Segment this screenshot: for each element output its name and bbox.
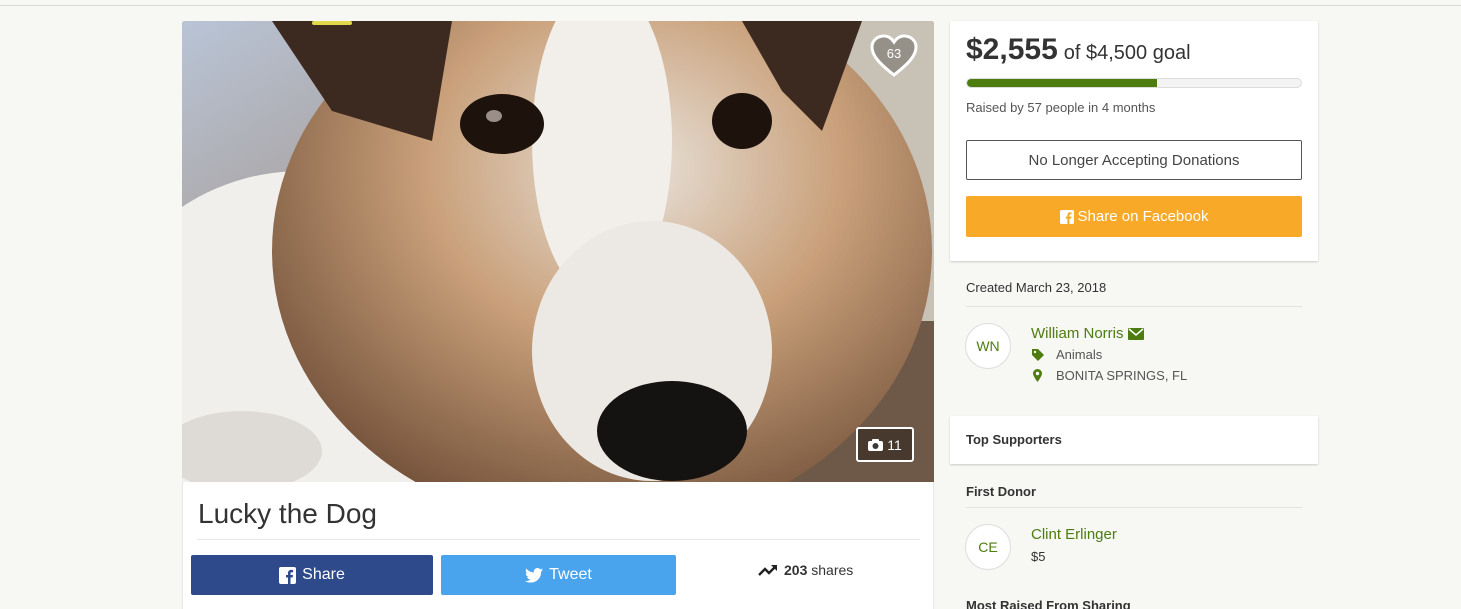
photo-count-label: 11 (887, 436, 902, 453)
shares-count: 203 shares (758, 562, 853, 578)
top-supporters-card[interactable]: Top Supporters (950, 416, 1318, 464)
share-on-facebook-label: Share on Facebook (1077, 208, 1209, 225)
shares-suffix: shares (811, 562, 854, 578)
first-donor-heading: First Donor (966, 484, 1037, 499)
goal-progress-fill (967, 79, 1157, 87)
heart-count: 63 (886, 46, 902, 61)
twitter-icon (525, 567, 544, 583)
most-raised-heading: Most Raised From Sharing (966, 598, 1131, 609)
map-marker-icon (1033, 369, 1042, 382)
category-label: Animals (1056, 347, 1103, 362)
first-donor-amount: $5 (1031, 549, 1046, 564)
shares-number: 203 (784, 562, 808, 578)
organizer-name-link[interactable]: William Norris (1031, 325, 1144, 342)
facebook-icon (279, 566, 297, 584)
organizer-location: BONITA SPRINGS, FL (1031, 368, 1187, 383)
photo-gallery-button[interactable]: 11 (856, 427, 914, 462)
tweet-button[interactable]: Tweet (441, 555, 676, 595)
campaign-title-card: Lucky the Dog Share Tweet 203 shares (182, 482, 934, 609)
envelope-icon[interactable] (1127, 327, 1144, 340)
created-date: Created March 23, 2018 (966, 280, 1107, 295)
organizer-name: William Norris (1031, 325, 1124, 342)
share-label: Share (302, 566, 345, 583)
donations-closed-button[interactable]: No Longer Accepting Donations (966, 140, 1302, 180)
donation-card: $2,555 of $4,500 goal Raised by 57 peopl… (950, 21, 1318, 261)
camera-icon (868, 438, 884, 451)
raised-by-text: Raised by 57 people in 4 months (966, 100, 1156, 115)
top-supporters-title: Top Supporters (966, 432, 1062, 447)
tag-icon (1031, 348, 1044, 361)
dog-photo-illustration (182, 21, 934, 482)
favorite-heart[interactable]: 63 (870, 34, 918, 78)
organizer-divider (966, 306, 1302, 307)
raised-amount: $2,555 (966, 33, 1058, 66)
organizer-avatar: WN (965, 323, 1011, 369)
title-divider (197, 539, 920, 540)
facebook-share-button[interactable]: Share (191, 555, 433, 595)
organizer-category: Animals (1031, 347, 1102, 362)
campaign-photo[interactable] (182, 21, 934, 482)
goal-text: of $4,500 goal (1063, 42, 1191, 64)
first-donor-divider (966, 507, 1302, 508)
facebook-icon (1059, 209, 1074, 224)
raised-summary: $2,555 of $4,500 goal (966, 33, 1191, 67)
donor-avatar: CE (965, 524, 1011, 570)
location-label: BONITA SPRINGS, FL (1056, 368, 1188, 383)
goal-progress-bar (966, 78, 1302, 88)
top-divider (0, 5, 1461, 6)
trending-up-icon (758, 565, 777, 576)
campaign-title: Lucky the Dog (198, 498, 377, 529)
tweet-label: Tweet (549, 566, 592, 583)
share-on-facebook-button[interactable]: Share on Facebook (966, 196, 1302, 237)
first-donor-name[interactable]: Clint Erlinger (1031, 526, 1117, 543)
